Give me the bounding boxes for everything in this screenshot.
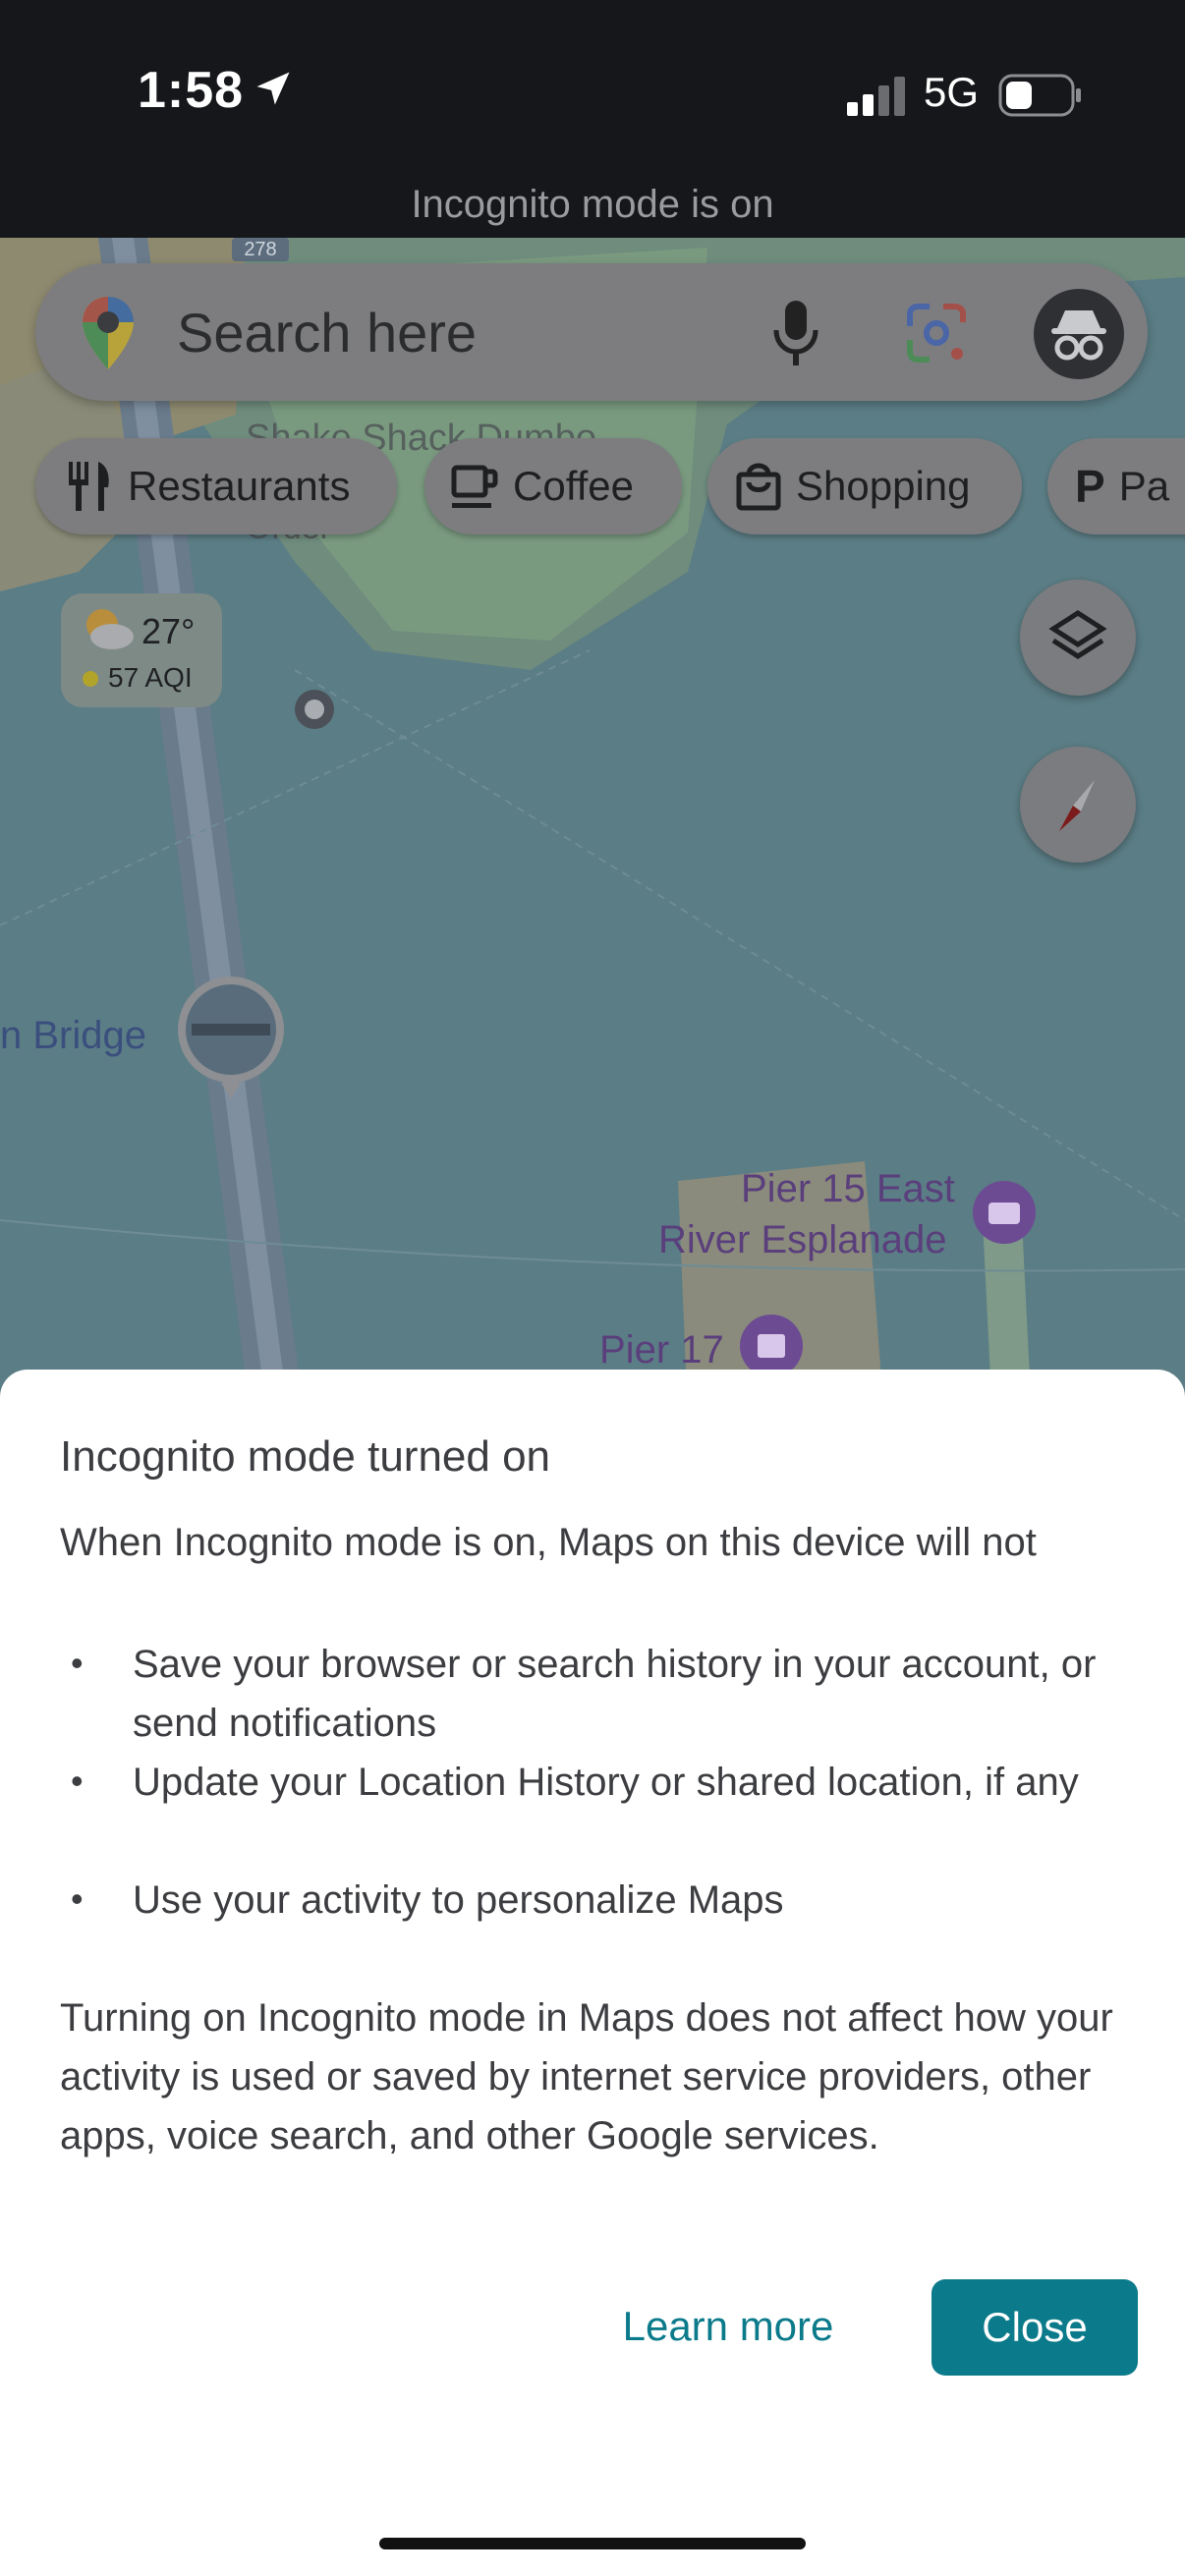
chip-label: Restaurants [128, 463, 351, 509]
weather-aqi: 57 AQI [108, 662, 193, 693]
sheet-title: Incognito mode turned on [60, 1432, 551, 1481]
compass-icon [1059, 780, 1095, 831]
map-label-pier17: Pier 17 [599, 1328, 724, 1372]
map-view[interactable]: 278 Shake Shack Dumbo Order [0, 238, 1185, 1417]
restaurant-icon [69, 462, 109, 511]
chip-restaurants[interactable]: Restaurants [35, 438, 397, 534]
sheet-footer-text: Turning on Incognito mode in Maps does n… [60, 1996, 1113, 2157]
layers-button[interactable] [1020, 580, 1136, 696]
map-canvas: 278 Shake Shack Dumbo Order [0, 238, 1185, 1417]
bullet-item: Update your Location History or shared l… [133, 1761, 1079, 1804]
map-label-pier15: Pier 15 East [741, 1167, 955, 1210]
google-lens-icon[interactable] [904, 301, 969, 365]
bullet-item: Use your activity to personalize Maps [133, 1878, 784, 1922]
bullet-marker: • [71, 1643, 84, 1683]
incognito-banner: Incognito mode is on [411, 183, 774, 226]
cellular-signal-icon [847, 77, 905, 116]
bullet-marker: • [71, 1761, 84, 1801]
chip-label: Shopping [796, 463, 971, 509]
battery-icon [998, 74, 1081, 117]
network-type: 5G [924, 69, 980, 115]
aqi-indicator-dot [83, 671, 98, 687]
status-time: 1:58 [138, 62, 245, 119]
location-arrow-icon [256, 72, 290, 105]
incognito-avatar-icon[interactable] [1034, 289, 1124, 379]
chip-label: Coffee [513, 463, 634, 509]
learn-more-button[interactable]: Learn more [586, 2279, 871, 2374]
partly-cloudy-icon [86, 609, 134, 649]
chip-shopping[interactable]: Shopping [707, 438, 1022, 534]
weather-temperature: 27° [141, 611, 196, 651]
parking-icon: P [1075, 461, 1105, 512]
chip-label: Pa [1118, 463, 1170, 509]
chip-coffee[interactable]: Coffee [424, 438, 682, 534]
close-button[interactable]: Close [931, 2279, 1138, 2376]
microphone-icon[interactable] [768, 299, 823, 369]
compass-button[interactable] [1020, 747, 1136, 863]
coffee-icon [451, 465, 498, 508]
map-label-bridge: n Bridge [0, 1014, 146, 1057]
layers-icon [1048, 610, 1107, 659]
bullet-marker: • [71, 1878, 84, 1919]
shopping-bag-icon [736, 463, 781, 511]
sheet-intro: When Incognito mode is on, Maps on this … [60, 1521, 1037, 1564]
route-shield-label: 278 [244, 239, 276, 260]
bullet-item: Save your browser or search history in y… [133, 1643, 1097, 1745]
home-indicator[interactable] [379, 2538, 806, 2549]
google-maps-pin-icon [83, 297, 134, 369]
search-input[interactable]: Search here [177, 301, 477, 364]
chip-parking[interactable]: P Pa [1047, 438, 1185, 534]
map-label-pier15-line2: River Esplanade [658, 1218, 947, 1261]
